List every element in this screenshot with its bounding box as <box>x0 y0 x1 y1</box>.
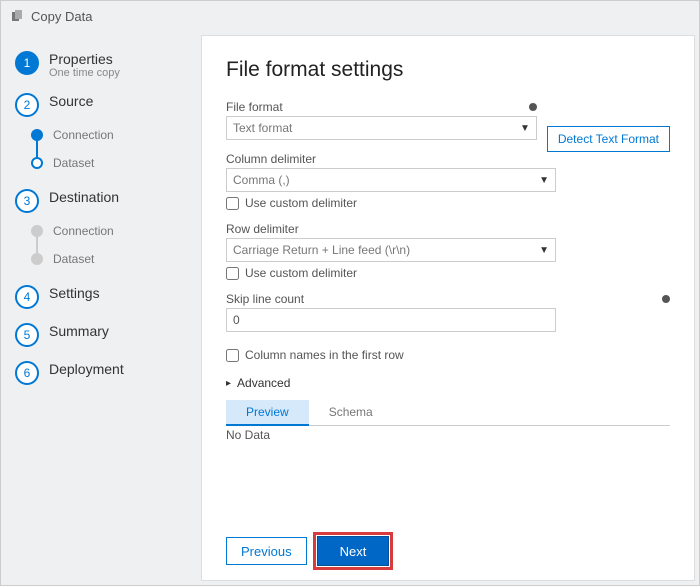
column-delimiter-label: Column delimiter <box>226 152 316 166</box>
main-panel: File format settings File format Text fo… <box>201 35 695 581</box>
step-properties[interactable]: 1 Properties One time copy <box>15 51 191 79</box>
substep-label: Dataset <box>53 252 94 266</box>
advanced-label: Advanced <box>237 376 290 390</box>
substep-label: Connection <box>53 128 114 142</box>
chevron-down-icon: ▼ <box>539 245 549 256</box>
substep-label: Connection <box>53 224 114 238</box>
column-delimiter-select[interactable]: Comma (,) ▼ <box>226 168 556 192</box>
substep-dot-icon <box>31 253 43 265</box>
window-title: Copy Data <box>31 9 92 24</box>
page-title: File format settings <box>226 58 670 82</box>
skip-line-count-label: Skip line count <box>226 292 304 306</box>
substep-dot-icon <box>31 225 43 237</box>
column-delimiter-value: Comma (,) <box>233 173 290 187</box>
wizard-sidebar: 1 Properties One time copy 2 Source Conn… <box>1 31 201 585</box>
step-number-icon: 1 <box>15 51 39 75</box>
step-number-icon: 4 <box>15 285 39 309</box>
step-number-icon: 3 <box>15 189 39 213</box>
info-icon[interactable] <box>529 103 537 111</box>
skip-line-count-input[interactable] <box>226 308 556 332</box>
substep-connection[interactable]: Connection <box>25 121 191 149</box>
step-number-icon: 6 <box>15 361 39 385</box>
row-custom-checkbox-row[interactable]: Use custom delimiter <box>226 266 670 280</box>
detect-text-format-button[interactable]: Detect Text Format <box>547 126 670 152</box>
step-title: Settings <box>49 285 100 301</box>
file-format-label: File format <box>226 100 283 114</box>
previous-button[interactable]: Previous <box>226 537 307 565</box>
first-row-checkbox-row[interactable]: Column names in the first row <box>226 348 670 362</box>
step-title: Destination <box>49 189 119 205</box>
substep-dot-icon <box>31 157 43 169</box>
substep-label: Dataset <box>53 156 94 170</box>
file-format-select[interactable]: Text format ▼ <box>226 116 537 140</box>
preview-schema-tabs: Preview Schema <box>226 400 670 426</box>
row-delimiter-label: Row delimiter <box>226 222 299 236</box>
info-icon[interactable] <box>662 295 670 303</box>
step-number-icon: 5 <box>15 323 39 347</box>
step-title: Properties <box>49 51 120 67</box>
chevron-down-icon: ▼ <box>520 123 530 134</box>
row-delimiter-select[interactable]: Carriage Return + Line feed (\r\n) ▼ <box>226 238 556 262</box>
column-custom-checkbox[interactable] <box>226 197 239 210</box>
row-delimiter-value: Carriage Return + Line feed (\r\n) <box>233 243 410 257</box>
substep-dataset[interactable]: Dataset <box>25 245 191 273</box>
next-button[interactable]: Next <box>317 536 390 566</box>
row-custom-checkbox[interactable] <box>226 267 239 280</box>
file-format-value: Text format <box>233 121 292 135</box>
tab-schema[interactable]: Schema <box>309 400 393 425</box>
advanced-toggle[interactable]: ▸ Advanced <box>226 376 670 390</box>
substep-dataset[interactable]: Dataset <box>25 149 191 177</box>
copy-data-icon <box>11 9 25 23</box>
column-custom-label: Use custom delimiter <box>245 196 357 210</box>
column-custom-checkbox-row[interactable]: Use custom delimiter <box>226 196 670 210</box>
step-title: Summary <box>49 323 109 339</box>
preview-nodata: No Data <box>226 428 670 442</box>
chevron-down-icon: ▼ <box>539 175 549 186</box>
step-deployment[interactable]: 6 Deployment <box>15 361 191 385</box>
tab-preview[interactable]: Preview <box>226 400 309 426</box>
substep-connection[interactable]: Connection <box>25 217 191 245</box>
chevron-right-icon: ▸ <box>226 378 231 389</box>
row-custom-label: Use custom delimiter <box>245 266 357 280</box>
substep-dot-icon <box>31 129 43 141</box>
first-row-label: Column names in the first row <box>245 348 404 362</box>
first-row-checkbox[interactable] <box>226 349 239 362</box>
step-summary[interactable]: 5 Summary <box>15 323 191 347</box>
step-destination[interactable]: 3 Destination <box>15 189 191 213</box>
titlebar: Copy Data <box>1 1 699 31</box>
step-title: Deployment <box>49 361 124 377</box>
step-number-icon: 2 <box>15 93 39 117</box>
step-subtitle: One time copy <box>49 67 120 79</box>
step-title: Source <box>49 93 93 109</box>
step-settings[interactable]: 4 Settings <box>15 285 191 309</box>
step-source[interactable]: 2 Source <box>15 93 191 117</box>
